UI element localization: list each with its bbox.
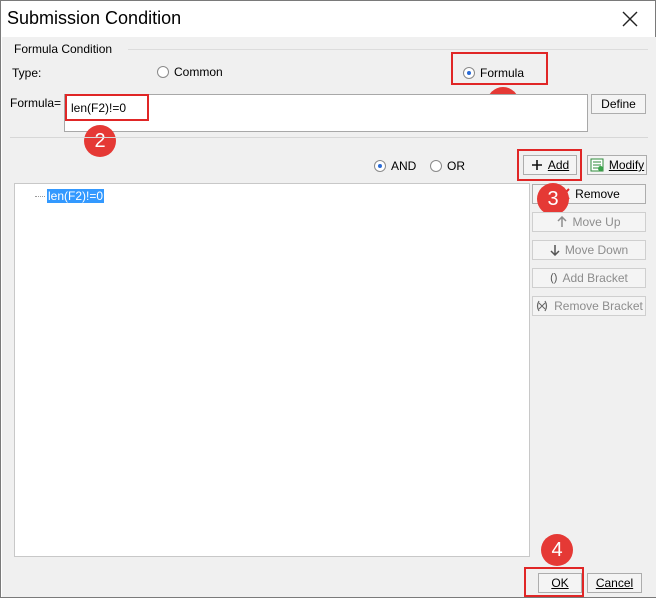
remove-button-label: Remove [575, 187, 620, 201]
cancel-button[interactable]: Cancel [587, 573, 642, 593]
dialog-title: Submission Condition [7, 8, 182, 28]
add-bracket-button[interactable]: () Add Bracket [532, 268, 646, 288]
tree-connector [35, 195, 45, 197]
radio-and[interactable]: AND [374, 159, 416, 173]
highlight-ok-button [524, 567, 584, 597]
radio-or-label: OR [447, 159, 465, 173]
highlight-formula-input [65, 94, 149, 121]
annotation-badge-4: 4 [541, 534, 573, 566]
modify-icon [590, 158, 604, 172]
remove-bracket-label: Remove Bracket [554, 299, 643, 313]
remove-bracket-button[interactable]: Remove Bracket [532, 296, 646, 316]
highlight-formula-radio [451, 52, 548, 85]
section-divider [10, 137, 648, 138]
arrow-down-icon [550, 245, 560, 256]
modify-button-label: Modify [608, 158, 645, 172]
close-button[interactable] [613, 5, 647, 33]
annotation-badge-3: 3 [537, 183, 569, 215]
move-down-label: Move Down [564, 243, 629, 257]
move-down-button[interactable]: Move Down [532, 240, 646, 260]
radio-or[interactable]: OR [430, 159, 465, 173]
condition-item[interactable]: len(F2)!=0 [35, 189, 105, 203]
submission-condition-dialog: Submission Condition Formula Condition T… [0, 0, 656, 598]
bracket-icon: () [550, 272, 558, 284]
condition-item-label: len(F2)!=0 [47, 189, 105, 203]
radio-common[interactable]: Common [157, 65, 223, 79]
move-up-button[interactable]: Move Up [532, 212, 646, 232]
close-icon [622, 11, 638, 27]
arrow-up-icon [557, 216, 568, 227]
radio-and-circle [374, 160, 386, 172]
condition-list[interactable]: len(F2)!=0 [14, 183, 530, 557]
add-bracket-label: Add Bracket [562, 271, 628, 285]
define-button[interactable]: Define [591, 94, 646, 114]
cancel-button-label: Cancel [595, 576, 634, 590]
radio-or-circle [430, 160, 442, 172]
title-bar: Submission Condition [1, 1, 655, 37]
formula-condition-group-label: Formula Condition [14, 42, 113, 56]
highlight-add-button [517, 149, 582, 181]
modify-button[interactable]: Modify [587, 155, 647, 175]
move-up-label: Move Up [572, 215, 621, 229]
group-divider [128, 49, 648, 50]
radio-common-circle [157, 66, 169, 78]
remove-bracket-icon [537, 300, 548, 312]
radio-common-label: Common [174, 65, 223, 79]
annotation-badge-2: 2 [84, 125, 116, 157]
radio-and-label: AND [391, 159, 417, 173]
dialog-body: Formula Condition Type: Common Formula 1… [2, 37, 656, 597]
formula-label: Formula= [10, 96, 62, 110]
type-label: Type: [12, 66, 42, 80]
